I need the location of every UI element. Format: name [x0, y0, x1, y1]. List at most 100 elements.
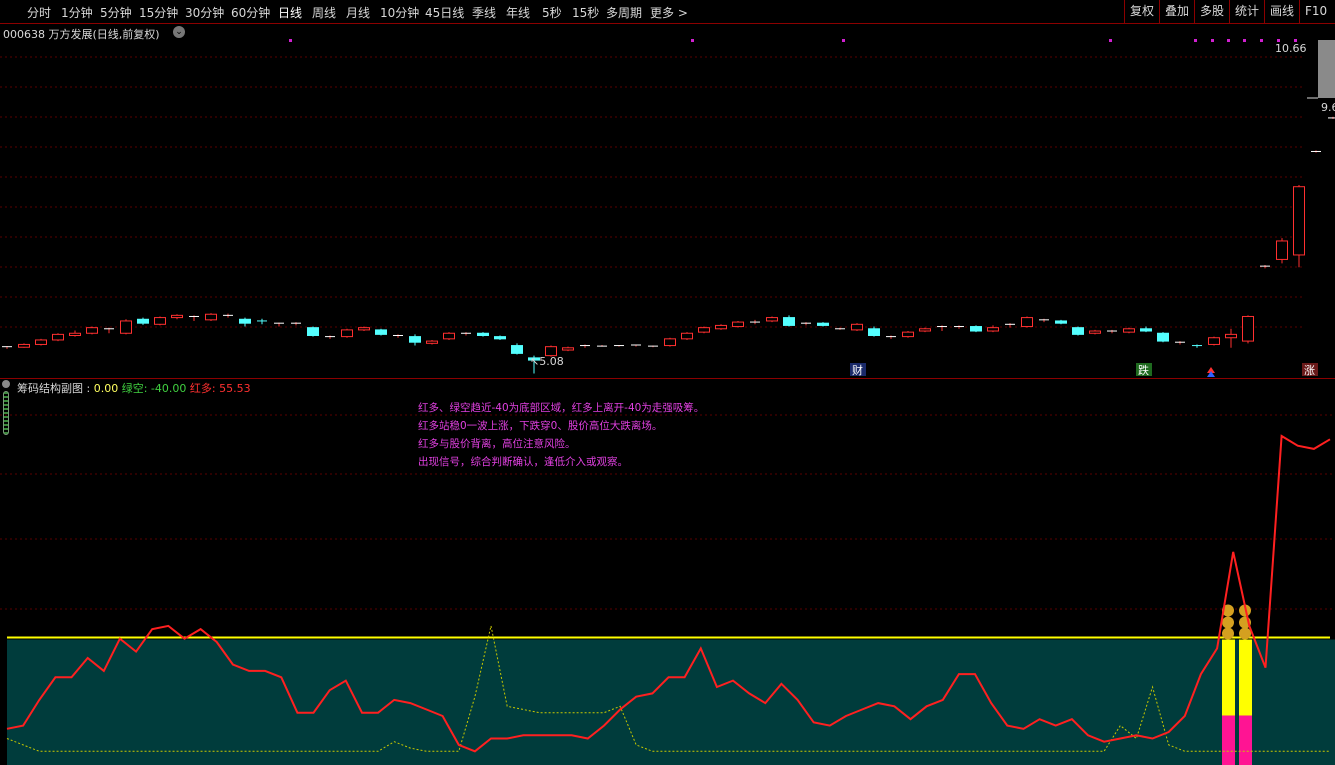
candle-body	[1140, 328, 1152, 332]
candle-body	[1072, 327, 1084, 335]
candle-body	[732, 321, 744, 328]
zhang-marker: 涨	[1304, 364, 1315, 377]
candle-body	[511, 345, 523, 354]
tab-2[interactable]: 5分钟	[100, 4, 132, 21]
price-right-label: 9.6	[1321, 101, 1335, 114]
candle-body	[1293, 186, 1305, 256]
candle-body	[409, 336, 421, 343]
candle-body	[715, 324, 727, 330]
tab-4[interactable]: 30分钟	[185, 4, 224, 21]
candle-body	[137, 318, 149, 324]
candle-body	[154, 317, 166, 325]
candle-body	[341, 329, 353, 338]
note-line: 红多与股价背离，高位注意风险。	[418, 438, 576, 450]
candle-body	[52, 333, 64, 341]
die-marker: 跌	[1138, 363, 1149, 377]
signal-dot	[1227, 39, 1230, 42]
signal-dot	[1260, 39, 1263, 42]
candle-body	[1208, 337, 1220, 345]
period-toolbar: 分时 1分钟 5分钟 15分钟 30分钟 60分钟 日线 周线 月线 10分钟 45日线 季线 年线 5秒…	[0, 0, 1335, 24]
candle-body	[1021, 317, 1033, 328]
tab-7[interactable]: 周线	[312, 4, 336, 21]
tab-14[interactable]: 15秒	[572, 4, 599, 21]
candle-body	[1089, 330, 1101, 334]
candle-body	[919, 328, 931, 332]
tab-1[interactable]: 1分钟	[61, 4, 93, 21]
signal-dot	[1194, 39, 1197, 42]
signal-bar	[1239, 639, 1252, 716]
candle-body	[1242, 315, 1254, 342]
candle-body	[698, 327, 710, 333]
zone-fill	[7, 639, 1335, 765]
tab-15[interactable]: 多周期	[606, 4, 642, 21]
tab-6[interactable]: 日线	[278, 4, 302, 21]
tab-13[interactable]: 5秒	[542, 4, 562, 21]
candle-body	[443, 332, 455, 340]
candle-body	[562, 347, 574, 351]
note-line: 出现信号，综合判断确认，逢低介入或观察。	[418, 456, 628, 468]
price-high-label: 10.66	[1275, 42, 1307, 55]
low-price-label: ↖5.08	[530, 355, 564, 368]
tab-12[interactable]: 年线	[506, 4, 530, 21]
candle-body	[18, 343, 30, 348]
indicator-notes: 红多、绿空趋近-40为底部区域，红多上离开-40为走强吸筹。 红多站稳0一波上涨…	[418, 399, 704, 471]
candle-body	[783, 317, 795, 326]
candle-body	[851, 323, 863, 331]
money-bag-icon	[1239, 627, 1251, 640]
candle-body	[426, 340, 438, 344]
candle-body	[664, 338, 676, 347]
price-scale-bar	[1318, 40, 1335, 98]
signal-dot	[1109, 39, 1112, 42]
candle-body	[817, 322, 829, 326]
candle-body	[1225, 333, 1237, 339]
candle-body	[902, 331, 914, 338]
toolbar-button-3[interactable]: 统计	[1229, 0, 1264, 23]
toolbar-button-5[interactable]: F10	[1299, 0, 1332, 23]
candle-body	[358, 327, 370, 331]
candle-body	[970, 326, 982, 332]
tab-11[interactable]: 季线	[472, 4, 496, 21]
candlestick-chart: 10.66 9.6 ↖5.08 财 跌 涨	[0, 39, 1335, 377]
candle-body	[205, 313, 217, 321]
toolbar-button-4[interactable]: 画线	[1264, 0, 1299, 23]
candle-body	[494, 336, 506, 340]
money-bag-icon	[1222, 616, 1234, 629]
candle-body	[1276, 240, 1288, 260]
signal-bar	[1222, 715, 1235, 765]
tab-10[interactable]: 45日线	[425, 4, 464, 21]
toolbar-button-0[interactable]: 复权	[1124, 0, 1159, 23]
money-bag-icon	[1222, 627, 1234, 640]
candle-body	[477, 332, 489, 336]
note-line: 红多站稳0一波上涨，下跌穿0、股价高位大跌离场。	[418, 420, 663, 432]
candle-body	[86, 327, 98, 334]
tab-8[interactable]: 月线	[346, 4, 370, 21]
candle-body	[171, 314, 183, 319]
candle-body	[868, 328, 880, 336]
candle-body	[1055, 320, 1067, 324]
tab-5[interactable]: 60分钟	[231, 4, 270, 21]
signal-bar	[1239, 715, 1252, 765]
candle-body	[1123, 328, 1135, 333]
tab-16[interactable]: 更多 >	[650, 4, 688, 21]
signal-dot	[289, 39, 292, 42]
candle-body	[375, 329, 387, 335]
cai-marker: 财	[852, 363, 863, 377]
candle-body	[766, 317, 778, 322]
candle-body	[681, 332, 693, 340]
tab-9[interactable]: 10分钟	[380, 4, 419, 21]
toolbar-button-1[interactable]: 叠加	[1159, 0, 1194, 23]
tab-0[interactable]: 分时	[27, 4, 51, 21]
signal-dot	[1211, 39, 1214, 42]
note-line: 红多、绿空趋近-40为底部区域，红多上离开-40为走强吸筹。	[418, 402, 705, 414]
candle-body	[987, 327, 999, 332]
candle-body	[239, 318, 251, 324]
toolbar-button-2[interactable]: 多股	[1194, 0, 1229, 23]
candle-body	[69, 332, 81, 336]
signal-dot	[691, 39, 694, 42]
candle-body	[120, 320, 132, 334]
tab-3[interactable]: 15分钟	[139, 4, 178, 21]
candle-body	[35, 339, 47, 345]
candle-body	[1157, 332, 1169, 342]
signal-bar	[1222, 639, 1235, 716]
signal-dot	[1243, 39, 1246, 42]
